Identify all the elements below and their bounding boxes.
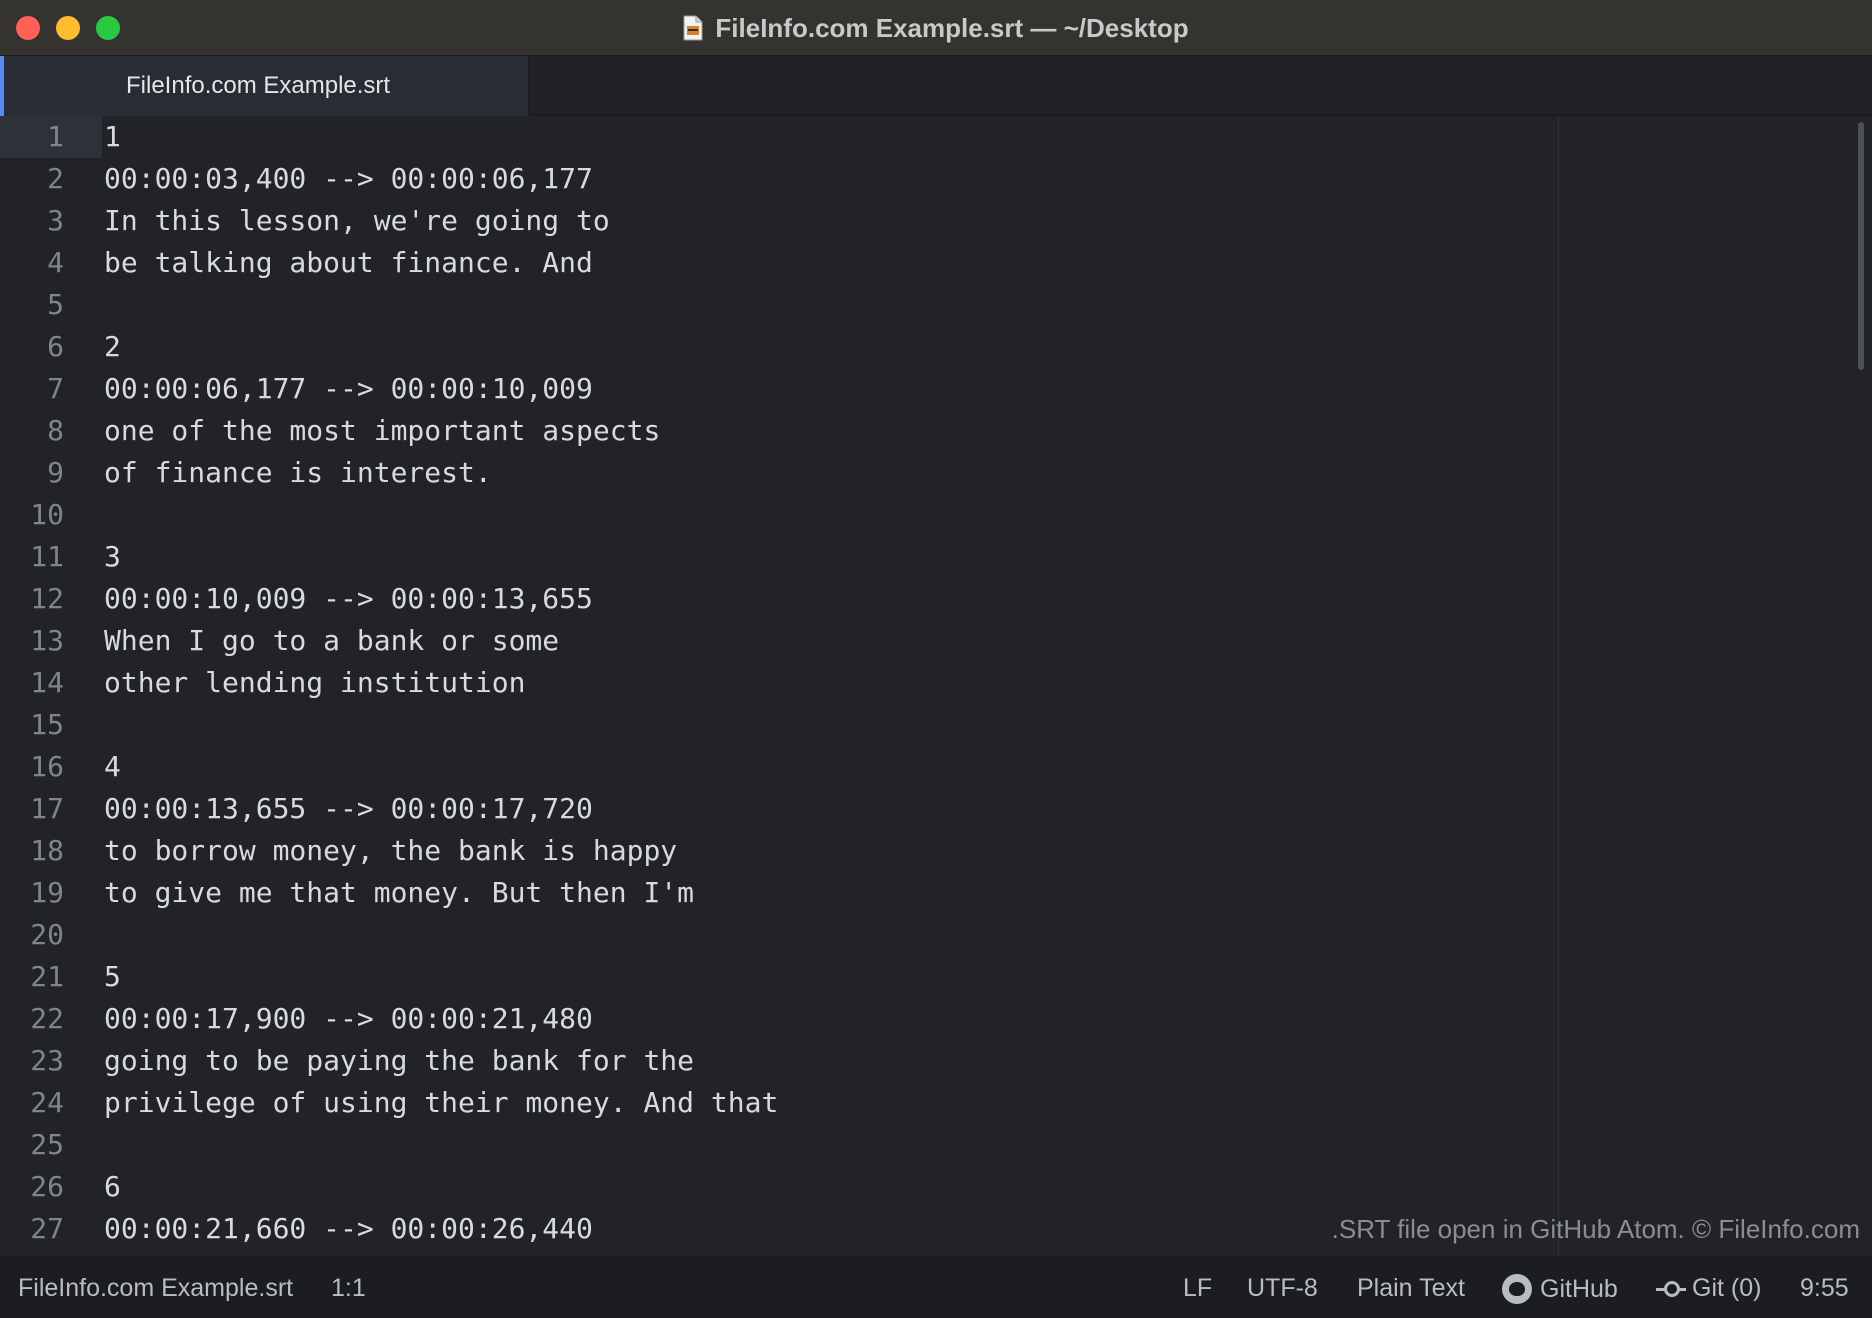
code-line[interactable]: 00:00:06,177 --> 00:00:10,009 (104, 368, 593, 410)
code-line[interactable]: 00:00:13,655 --> 00:00:17,720 (104, 788, 593, 830)
wrap-guide (1558, 116, 1559, 1256)
status-grammar[interactable]: Plain Text (1357, 1274, 1465, 1303)
line-number[interactable]: 11 (0, 536, 64, 578)
line-number-gutter[interactable]: 1 2 3 4 5 6 7 8 9 10 11 12 13 14 15 16 17 18 19 20 21 22 23 24 2… (0, 116, 102, 1256)
line-number[interactable]: 17 (0, 788, 64, 830)
code-line[interactable]: 4 (104, 746, 121, 788)
status-git-button[interactable]: Git (0) (1656, 1274, 1761, 1303)
status-line-ending[interactable]: LF (1183, 1274, 1212, 1303)
code-line[interactable]: 3 (104, 536, 121, 578)
window-title: FileInfo.com Example.srt — ~/Desktop (715, 12, 1189, 43)
code-line[interactable]: privilege of using their money. And that (104, 1082, 778, 1124)
code-line[interactable]: one of the most important aspects (104, 410, 660, 452)
code-line[interactable]: other lending institution (104, 662, 525, 704)
tab-bar: FileInfo.com Example.srt (0, 56, 1872, 116)
tab-separator (528, 56, 529, 116)
status-git-label: Git (0) (1692, 1274, 1762, 1302)
line-number[interactable]: 5 (0, 284, 64, 326)
title-bar: FileInfo.com Example.srt — ~/Desktop (0, 0, 1872, 56)
tab-label: FileInfo.com Example.srt (126, 72, 391, 99)
document-icon (683, 15, 703, 41)
line-number[interactable]: 9 (0, 452, 64, 494)
line-number[interactable]: 3 (0, 200, 64, 242)
code-line[interactable]: 00:00:17,900 --> 00:00:21,480 (104, 998, 593, 1040)
line-number[interactable]: 8 (0, 410, 64, 452)
code-line[interactable]: When I go to a bank or some (104, 620, 559, 662)
code-line[interactable]: be talking about finance. And (104, 242, 593, 284)
line-number[interactable]: 7 (0, 368, 64, 410)
git-commit-icon (1656, 1281, 1686, 1297)
line-number[interactable]: 2 (0, 158, 64, 200)
code-line[interactable]: 00:00:10,009 --> 00:00:13,655 (104, 578, 593, 620)
atom-window: FileInfo.com Example.srt — ~/Desktop Fil… (0, 0, 1872, 1318)
status-cursor-position[interactable]: 1:1 (331, 1274, 366, 1303)
code-area[interactable]: 1 00:00:03,400 --> 00:00:06,177 In this le… (104, 116, 1872, 1256)
status-clock: 9:55 (1800, 1274, 1849, 1302)
line-number[interactable]: 1 (0, 116, 64, 158)
code-line[interactable]: to borrow money, the bank is happy (104, 830, 677, 872)
code-line[interactable]: 6 (104, 1166, 121, 1208)
code-line[interactable]: to give me that money. But then I'm (104, 872, 694, 914)
code-line[interactable]: 00:00:21,660 --> 00:00:26,440 (104, 1208, 593, 1250)
status-github-button[interactable]: GitHub (1502, 1274, 1618, 1304)
text-editor[interactable]: 1 2 3 4 5 6 7 8 9 10 11 12 13 14 15 16 17 18 19 20 21 22 23 24 2… (0, 116, 1872, 1256)
line-number[interactable]: 15 (0, 704, 64, 746)
code-line[interactable]: 00:00:03,400 --> 00:00:06,177 (104, 158, 593, 200)
vertical-scrollbar[interactable] (1858, 122, 1864, 370)
line-number[interactable]: 25 (0, 1124, 64, 1166)
line-number[interactable]: 18 (0, 830, 64, 872)
line-number[interactable]: 22 (0, 998, 64, 1040)
line-number[interactable]: 27 (0, 1208, 64, 1250)
status-github-label: GitHub (1540, 1275, 1618, 1303)
line-number[interactable]: 23 (0, 1040, 64, 1082)
line-number[interactable]: 12 (0, 578, 64, 620)
tab-fileinfo-example-srt[interactable]: FileInfo.com Example.srt (0, 56, 528, 116)
line-number[interactable]: 21 (0, 956, 64, 998)
code-line[interactable]: 1 (104, 116, 121, 158)
line-number[interactable]: 26 (0, 1166, 64, 1208)
line-number[interactable]: 6 (0, 326, 64, 368)
line-number[interactable]: 4 (0, 242, 64, 284)
github-icon (1502, 1274, 1532, 1304)
line-number[interactable]: 10 (0, 494, 64, 536)
code-line[interactable]: 2 (104, 326, 121, 368)
line-number[interactable]: 13 (0, 620, 64, 662)
watermark-caption: .SRT file open in GitHub Atom. © FileInf… (1331, 1214, 1860, 1244)
window-title-container: FileInfo.com Example.srt — ~/Desktop (0, 0, 1872, 56)
status-encoding[interactable]: UTF-8 (1247, 1274, 1318, 1303)
line-number[interactable]: 20 (0, 914, 64, 956)
line-number[interactable]: 16 (0, 746, 64, 788)
status-bar: FileInfo.com Example.srt 1:1 LF UTF-8 Pl… (0, 1256, 1872, 1318)
line-number[interactable]: 14 (0, 662, 64, 704)
code-line[interactable]: In this lesson, we're going to (104, 200, 610, 242)
line-number[interactable]: 19 (0, 872, 64, 914)
code-line[interactable]: of finance is interest. (104, 452, 492, 494)
line-number[interactable]: 24 (0, 1082, 64, 1124)
status-file-path[interactable]: FileInfo.com Example.srt (18, 1274, 293, 1303)
code-line[interactable]: going to be paying the bank for the (104, 1040, 694, 1082)
code-line[interactable]: 5 (104, 956, 121, 998)
